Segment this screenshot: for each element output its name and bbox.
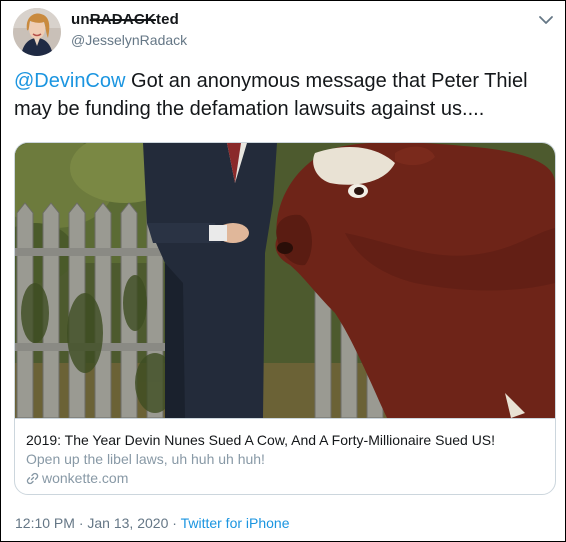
link-icon xyxy=(26,472,39,484)
author-name-prefix: un xyxy=(71,11,90,28)
author-name-suffix: ted xyxy=(155,11,180,28)
tweet-date[interactable]: Jan 13, 2020 xyxy=(87,515,168,531)
author-name[interactable]: unRADACKted xyxy=(71,11,179,28)
meta-separator: · xyxy=(168,515,181,531)
card-domain: wonkette.com xyxy=(42,470,129,486)
tweet-text: @DevinCow Got an anonymous message that … xyxy=(14,67,554,123)
meta-separator: · xyxy=(74,515,88,531)
avatar[interactable] xyxy=(13,8,61,56)
chevron-down-icon[interactable] xyxy=(537,13,555,27)
card-domain-row: wonkette.com xyxy=(26,470,128,486)
tweet-card: unRADACKted @JesselynRadack @DevinCow Go… xyxy=(0,0,566,542)
tweet-meta: 12:10 PM · Jan 13, 2020 · Twitter for iP… xyxy=(15,515,290,531)
card-title[interactable]: 2019: The Year Devin Nunes Sued A Cow, A… xyxy=(26,432,495,448)
author-handle[interactable]: @JesselynRadack xyxy=(71,32,187,48)
author-name-strike: RADACK xyxy=(89,11,156,28)
avatar-image xyxy=(13,8,61,56)
tweet-source[interactable]: Twitter for iPhone xyxy=(181,515,290,531)
mention-link[interactable]: @DevinCow xyxy=(14,70,125,92)
link-preview-card[interactable]: 2019: The Year Devin Nunes Sued A Cow, A… xyxy=(14,142,556,495)
tweet-time[interactable]: 12:10 PM xyxy=(15,515,75,531)
card-image xyxy=(15,143,555,418)
card-description: Open up the libel laws, uh huh uh huh! xyxy=(26,451,265,467)
card-info: 2019: The Year Devin Nunes Sued A Cow, A… xyxy=(15,418,555,494)
